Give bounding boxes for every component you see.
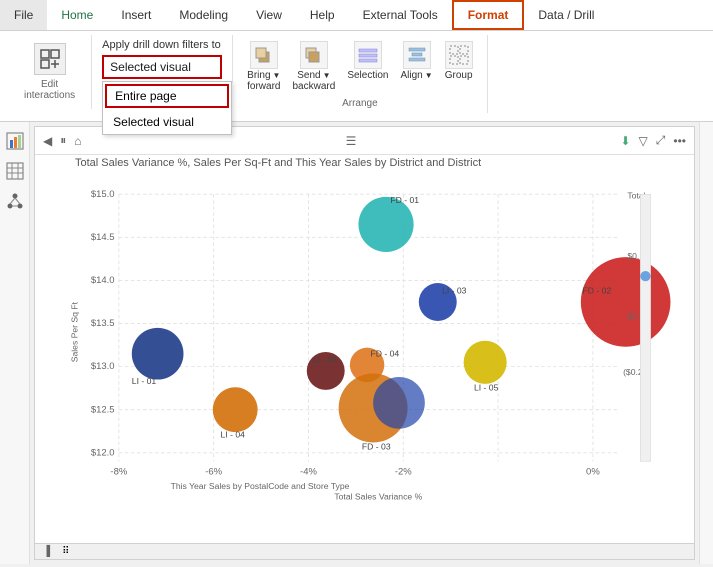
chart-toolbar-expand[interactable]: ⤢ xyxy=(654,131,668,150)
tab-data-drill[interactable]: Data / Drill xyxy=(524,0,608,30)
chart-toolbar-filter[interactable]: ▽ xyxy=(637,132,650,150)
chart-wrapper: ◀ ⏸ ⌂ ☰ ⬇ ▽ ⤢ ••• Total Sales Variance %… xyxy=(34,126,695,560)
svg-text:-6%: -6% xyxy=(205,466,222,477)
tab-help[interactable]: Help xyxy=(296,0,349,30)
drill-dropdown-wrapper[interactable]: Selected visual Entire page Entire page … xyxy=(102,55,222,79)
svg-text:-8%: -8% xyxy=(110,466,127,477)
svg-text:0%: 0% xyxy=(586,466,600,477)
tab-view[interactable]: View xyxy=(242,0,296,30)
chart-toolbar-more[interactable]: ••• xyxy=(671,132,688,150)
svg-text:LI - 01: LI - 01 xyxy=(132,376,157,386)
drill-section: Apply drill down filters to Selected vis… xyxy=(92,35,233,83)
align-icon xyxy=(403,41,431,69)
send-backward-label: Send ▼ xyxy=(297,70,330,81)
bring-forward-icon xyxy=(250,41,278,69)
edit-interactions-button[interactable]: Edit interactions xyxy=(18,39,81,105)
edit-interactions-section: Edit interactions xyxy=(8,35,92,109)
svg-text:This Year Sales by PostalCode: This Year Sales by PostalCode and Store … xyxy=(171,481,350,491)
ribbon-tabs: File Home Insert Modeling View Help Exte… xyxy=(0,0,713,31)
selection-icon xyxy=(354,41,382,69)
edit-interactions-label: Edit interactions xyxy=(24,79,75,101)
arrange-section-label: Arrange xyxy=(342,98,378,109)
svg-text:$14.0: $14.0 xyxy=(91,275,115,286)
svg-text:FD - 03: FD - 03 xyxy=(362,441,391,451)
main-area: ◀ ⏸ ⌂ ☰ ⬇ ▽ ⤢ ••• Total Sales Variance %… xyxy=(0,122,713,564)
chart-toolbar-back[interactable]: ◀ xyxy=(41,132,54,150)
tab-insert[interactable]: Insert xyxy=(107,0,165,30)
svg-text:$0.: $0. xyxy=(627,251,639,261)
svg-text:$13.0: $13.0 xyxy=(91,361,115,372)
send-backward-button[interactable]: Send ▼ backward xyxy=(289,39,340,94)
align-button[interactable]: Align ▼ xyxy=(396,39,436,94)
svg-text:($0.2: ($0.2 xyxy=(623,367,643,377)
selection-button[interactable]: Selection xyxy=(343,39,392,94)
tab-external-tools[interactable]: External Tools xyxy=(349,0,452,30)
svg-text:$12.5: $12.5 xyxy=(91,404,115,415)
svg-text:LI - 05: LI - 05 xyxy=(474,383,499,393)
panel-icon-model[interactable] xyxy=(4,190,26,212)
panel-icon-table[interactable] xyxy=(4,160,26,182)
drill-dropdown-menu: Entire page Selected visual xyxy=(102,81,232,135)
svg-text:-4%: -4% xyxy=(300,466,317,477)
svg-text:-2%: -2% xyxy=(395,466,412,477)
tab-file[interactable]: File xyxy=(0,0,47,30)
selection-label: Selection xyxy=(347,70,388,81)
svg-text:Total Sales Variance %: Total Sales Variance % xyxy=(334,491,422,501)
svg-text:$14.5: $14.5 xyxy=(91,232,115,243)
group-label: Group xyxy=(445,70,473,81)
arrange-section: Bring ▼ forward Send ▼ backward xyxy=(233,35,487,113)
align-label: Align ▼ xyxy=(400,70,432,81)
drill-option-entire-page-item[interactable]: Entire page xyxy=(105,84,229,108)
chart-toolbar-home[interactable]: ⌂ xyxy=(72,132,83,150)
tab-format[interactable]: Format xyxy=(452,0,525,30)
ribbon-content: Edit interactions Apply drill down filte… xyxy=(0,31,713,121)
svg-text:$0.: $0. xyxy=(627,311,639,321)
chart-toolbar-pause[interactable]: ⏸ xyxy=(58,131,68,150)
svg-text:FD - 02: FD - 02 xyxy=(583,285,612,295)
drill-option-selected-visual-item[interactable]: Selected visual xyxy=(103,110,231,134)
chart-toolbar-menu[interactable]: ☰ xyxy=(344,132,359,150)
send-backward-icon xyxy=(300,41,328,69)
tab-modeling[interactable]: Modeling xyxy=(165,0,242,30)
bring-forward-label: Bring ▼ xyxy=(247,70,280,81)
group-icon xyxy=(445,41,473,69)
svg-text:LI - 04: LI - 04 xyxy=(221,429,246,439)
tab-home[interactable]: Home xyxy=(47,0,107,30)
svg-text:Sales Per Sq Ft: Sales Per Sq Ft xyxy=(69,301,79,362)
group-button[interactable]: Group xyxy=(441,39,477,94)
drill-label: Apply drill down filters to xyxy=(102,39,222,51)
svg-text:LI - 04: LI - 04 xyxy=(313,354,338,364)
svg-text:$15.0: $15.0 xyxy=(91,189,115,200)
drill-dropdown[interactable]: Selected visual Entire page xyxy=(102,55,222,79)
chart-title: Total Sales Variance %, Sales Per Sq-Ft … xyxy=(75,157,481,169)
chart-toolbar-download[interactable]: ⬇ xyxy=(618,132,632,150)
edit-interactions-icon xyxy=(34,43,66,75)
svg-text:LI - 03: LI - 03 xyxy=(442,285,467,295)
svg-text:FD - 01: FD - 01 xyxy=(390,195,419,205)
arrange-buttons-row: Bring ▼ forward Send ▼ backward xyxy=(243,39,476,94)
svg-text:FD - 04: FD - 04 xyxy=(371,348,400,358)
bring-forward-button[interactable]: Bring ▼ forward xyxy=(243,39,284,94)
panel-icon-report[interactable] xyxy=(4,130,26,152)
scatter-chart: $15.0 $14.5 $14.0 $13.5 $13.0 $12.5 $12.… xyxy=(35,177,694,539)
left-panel xyxy=(0,122,30,564)
bottom-bar: ▐ ⠿ xyxy=(35,543,694,559)
svg-text:$12.0: $12.0 xyxy=(91,447,115,458)
right-panel xyxy=(699,122,713,564)
svg-text:$13.5: $13.5 xyxy=(91,318,115,329)
